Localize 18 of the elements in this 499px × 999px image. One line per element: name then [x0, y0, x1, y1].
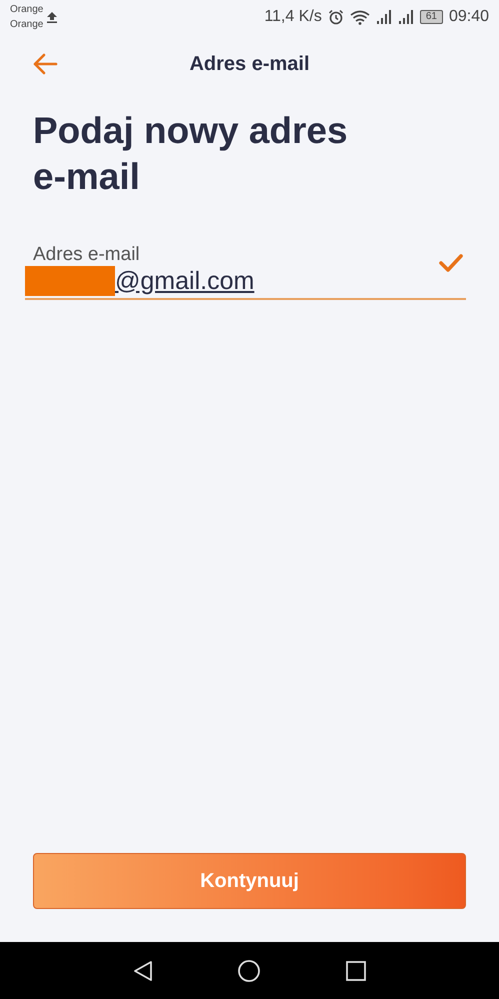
carrier-name: Orange [10, 18, 44, 32]
upload-icon [47, 12, 58, 22]
alarm-icon [328, 9, 344, 25]
recents-nav-icon[interactable] [345, 960, 368, 982]
battery-indicator: 61 [420, 10, 443, 24]
signal-icon [376, 10, 392, 24]
field-value: @gmail.com [115, 266, 254, 296]
field-label: Adres e-mail [33, 244, 141, 266]
clock: 09:40 [448, 8, 489, 26]
screen-title: Adres e-mail [189, 52, 310, 76]
carrier-name: Orange [10, 3, 44, 17]
home-nav-icon[interactable] [237, 958, 262, 982]
network-speed: 11,4 K/s [264, 8, 322, 26]
back-nav-icon[interactable] [132, 960, 154, 982]
wifi-icon [350, 10, 370, 24]
email-field[interactable]: Adres e-mail @gmail.com [25, 244, 466, 300]
signal-icon [398, 10, 414, 24]
page-heading: Podaj nowy adres e-mail [33, 109, 349, 199]
